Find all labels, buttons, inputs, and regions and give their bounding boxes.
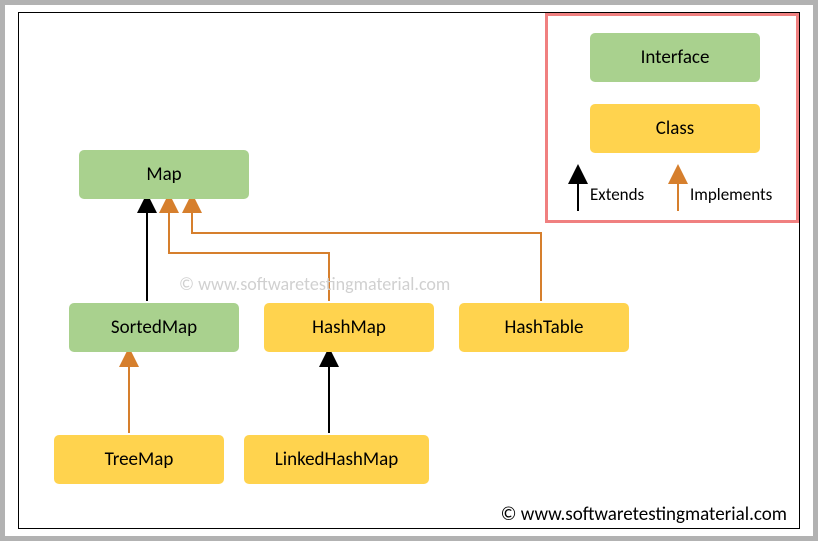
legend-interface-label: Interface bbox=[641, 46, 710, 69]
diagram-frame: Map SortedMap HashMap HashTable TreeMap … bbox=[18, 12, 800, 529]
legend-extends-label: Extends bbox=[590, 184, 644, 205]
node-map: Map bbox=[79, 150, 249, 199]
node-hashtable-label: HashTable bbox=[504, 316, 583, 339]
legend-implements-label: Implements bbox=[690, 184, 772, 205]
node-hashmap-label: HashMap bbox=[312, 316, 386, 339]
node-treemap-label: TreeMap bbox=[105, 448, 174, 471]
node-map-label: Map bbox=[146, 163, 181, 186]
watermark-text: © www.softwaretestingmaterial.com bbox=[179, 273, 450, 295]
node-hashmap: HashMap bbox=[264, 303, 434, 352]
legend-box: Interface Class Extends Implements bbox=[545, 13, 799, 223]
node-hashtable: HashTable bbox=[459, 303, 629, 352]
edge-hashmap-to-map bbox=[169, 197, 329, 301]
node-linkedhashmap: LinkedHashMap bbox=[244, 435, 429, 484]
node-sortedmap: SortedMap bbox=[69, 303, 239, 352]
node-linkedhashmap-label: LinkedHashMap bbox=[275, 448, 398, 471]
outer-border: Map SortedMap HashMap HashTable TreeMap … bbox=[0, 0, 818, 541]
legend-interface-box: Interface bbox=[590, 33, 760, 82]
legend-class-label: Class bbox=[656, 117, 694, 140]
copyright-text: © www.softwaretestingmaterial.com bbox=[501, 503, 787, 526]
legend-class-box: Class bbox=[590, 104, 760, 153]
edge-hashtable-to-map bbox=[192, 197, 541, 301]
node-sortedmap-label: SortedMap bbox=[111, 316, 197, 339]
node-treemap: TreeMap bbox=[54, 435, 224, 484]
